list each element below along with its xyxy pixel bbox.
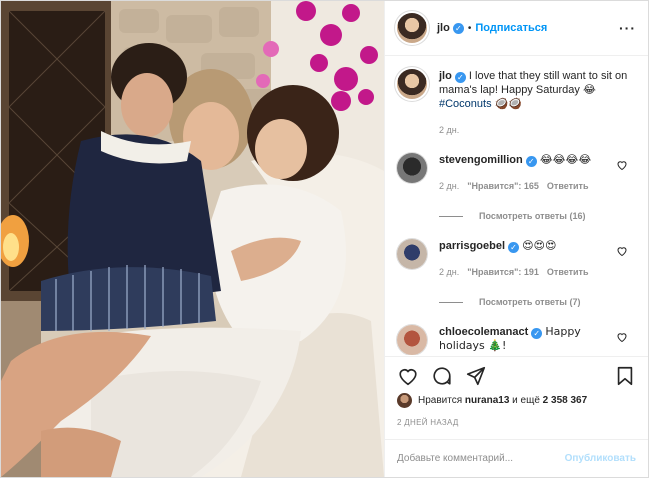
- post-caption: jlo ✓ I love that they still want to sit …: [397, 69, 632, 137]
- caption-hashtag[interactable]: #Coconuts: [439, 98, 492, 110]
- verified-icon: ✓: [452, 22, 464, 34]
- caption-avatar[interactable]: [397, 69, 427, 99]
- follow-button[interactable]: Подписаться: [475, 22, 547, 34]
- bookmark-icon[interactable]: [614, 365, 636, 387]
- verified-icon: ✓: [531, 328, 543, 339]
- caption-time[interactable]: 2 дн.: [439, 123, 632, 137]
- comment-meta: 2 дн. "Нравится": 165 Ответить: [439, 179, 632, 193]
- reply-button[interactable]: Ответить: [547, 265, 589, 279]
- caption-username[interactable]: jlo: [439, 70, 452, 82]
- comments-list[interactable]: jlo ✓ I love that they still want to sit …: [385, 57, 648, 355]
- comment-likes[interactable]: "Нравится": 191: [467, 265, 539, 279]
- comment-likes[interactable]: "Нравится": 165: [467, 179, 539, 193]
- view-replies-label: Посмотреть ответы (7): [479, 297, 581, 307]
- caption-text: I love that they still want to sit on ma…: [439, 70, 628, 96]
- replies-divider: [439, 301, 463, 303]
- commenter-avatar[interactable]: [397, 239, 427, 269]
- comment-heart-icon[interactable]: [616, 159, 628, 171]
- verified-icon: ✓: [508, 242, 520, 253]
- commenter-username[interactable]: chloecolemanact: [439, 326, 528, 338]
- likes-prefix: Нравится: [418, 395, 463, 406]
- separator-dot: •: [467, 22, 472, 34]
- comment-icon[interactable]: [431, 365, 453, 387]
- comment-text: 😂😂😂😂: [539, 153, 592, 166]
- post-window: jlo ✓ • Подписаться ··· jlo ✓ I love that…: [0, 0, 649, 478]
- post-header: jlo ✓ • Подписаться ···: [385, 1, 648, 56]
- commenter-username[interactable]: stevengomillion: [439, 154, 523, 166]
- post-photo[interactable]: [1, 1, 384, 477]
- comment-time[interactable]: 2 дн.: [439, 265, 459, 279]
- post-side-panel: jlo ✓ • Подписаться ··· jlo ✓ I love that…: [384, 1, 648, 477]
- liker-username[interactable]: nurana13: [465, 395, 509, 406]
- author-username[interactable]: jlo: [437, 22, 450, 34]
- liker-avatar[interactable]: [397, 393, 412, 408]
- reply-button[interactable]: Ответить: [547, 179, 589, 193]
- comment-input[interactable]: [397, 453, 565, 464]
- comment-heart-icon[interactable]: [616, 245, 628, 257]
- likes-summary: Нравится nurana13 и ещё 2 358 367: [397, 393, 587, 408]
- post-image: [1, 1, 384, 477]
- comment-item: stevengomillion ✓ 😂😂😂😂 2 дн. "Нравится": …: [397, 153, 632, 223]
- verified-icon: ✓: [525, 156, 537, 167]
- heart-icon[interactable]: [397, 365, 419, 387]
- comment-time[interactable]: 2 дн.: [439, 179, 459, 193]
- view-replies-button[interactable]: Посмотреть ответы (7): [439, 295, 632, 309]
- comment-text: 😍😍😍: [522, 239, 557, 252]
- replies-divider: [439, 215, 463, 217]
- comment-heart-icon[interactable]: [616, 331, 628, 343]
- comment-meta: 2 дн. "Нравится": 191 Ответить: [439, 265, 632, 279]
- add-comment-bar: Опубликовать: [385, 439, 648, 477]
- likes-middle: и ещё: [512, 395, 540, 406]
- likes-count[interactable]: 2 358 367: [543, 395, 588, 406]
- view-replies-button[interactable]: Посмотреть ответы (16): [439, 209, 632, 223]
- view-replies-label: Посмотреть ответы (16): [479, 211, 586, 221]
- action-bar: [385, 356, 648, 394]
- more-icon[interactable]: ···: [619, 20, 636, 36]
- comment-item: chloecolemanact ✓ Happy holidays 🎄!: [397, 325, 632, 355]
- author-avatar[interactable]: [397, 13, 427, 43]
- post-date[interactable]: 2 ДНЕЙ НАЗАД: [397, 418, 459, 427]
- commenter-avatar[interactable]: [397, 325, 427, 355]
- verified-icon: ✓: [454, 72, 466, 83]
- post-comment-button[interactable]: Опубликовать: [565, 453, 636, 464]
- caption-emojis: 🥥🥥: [494, 97, 523, 110]
- commenter-username[interactable]: parrisgoebel: [439, 240, 505, 252]
- comment-item: parrisgoebel ✓ 😍😍😍 2 дн. "Нравится": 191 …: [397, 239, 632, 309]
- commenter-avatar[interactable]: [397, 153, 427, 183]
- share-icon[interactable]: [465, 365, 487, 387]
